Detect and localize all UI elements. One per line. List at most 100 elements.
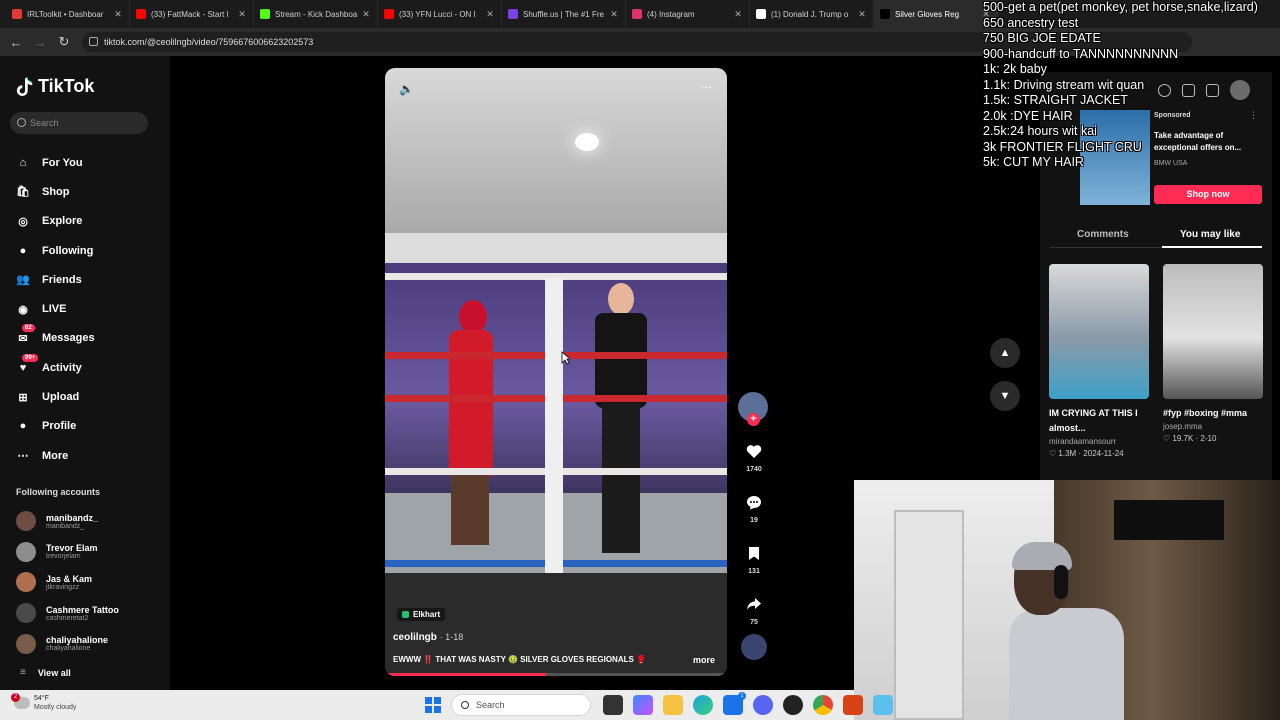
weather-widget[interactable]: 2 54°F Mostly cloudy bbox=[11, 693, 76, 712]
browser-tab[interactable]: (33) YFN Lucci - ON l ✕ bbox=[378, 0, 502, 28]
recommended-card[interactable]: #fyp #boxing #mma josep.mma ♡ 19.7K · 2-… bbox=[1163, 264, 1263, 443]
tiktok-logo[interactable]: TikTok bbox=[16, 76, 94, 97]
following-account[interactable]: Jas & Kam jtkravingzz bbox=[16, 567, 119, 598]
recommended-stat: ♡ 19.7K · 2-10 bbox=[1163, 434, 1217, 443]
chrome-icon[interactable] bbox=[813, 695, 833, 715]
sidebar-item-activity[interactable]: ♥ 99+ Activity bbox=[14, 353, 95, 382]
sidebar-item-more[interactable]: ⋯ More bbox=[14, 441, 95, 470]
mute-icon[interactable]: 🔈 bbox=[399, 82, 414, 96]
store-icon[interactable]: 1 bbox=[723, 692, 746, 715]
tab-you-may-like[interactable]: You may like bbox=[1180, 229, 1240, 240]
caption-more-button[interactable]: more bbox=[693, 655, 715, 665]
sidebar-item-for-you[interactable]: ⌂ For You bbox=[14, 148, 95, 177]
close-tab-icon[interactable]: ✕ bbox=[609, 9, 619, 20]
comment-icon bbox=[747, 495, 761, 509]
comment-button[interactable]: 19 bbox=[738, 489, 770, 524]
save-button[interactable]: 131 bbox=[738, 540, 770, 575]
share-button[interactable]: 75 bbox=[738, 591, 770, 626]
sidebar-item-following[interactable]: ● Following bbox=[14, 236, 95, 265]
video-author[interactable]: ceolilngb · 1-18 bbox=[393, 632, 463, 643]
browser-tab[interactable]: Silver Gloves Reg ✕ bbox=[874, 0, 998, 28]
recommended-card[interactable]: IM CRYING AT THIS I almost... mirandaama… bbox=[1049, 264, 1149, 458]
task-view-icon[interactable] bbox=[603, 695, 623, 715]
weather-badge: 2 bbox=[11, 693, 20, 702]
tiktok-logo-icon bbox=[16, 76, 33, 96]
tab-comments[interactable]: Comments bbox=[1077, 229, 1129, 240]
close-tab-icon[interactable]: ✕ bbox=[485, 9, 495, 20]
sidebar-item-friends[interactable]: 👥 Friends bbox=[14, 265, 95, 294]
share-icon bbox=[747, 598, 761, 610]
following-account[interactable]: manibandz_ manibandz_ bbox=[16, 506, 119, 537]
following-account[interactable]: Cashmere Tattoo cashmeretat2 bbox=[16, 598, 119, 629]
ad-shop-now-button[interactable]: Shop now bbox=[1154, 185, 1262, 204]
close-tab-icon[interactable]: ✕ bbox=[237, 9, 247, 20]
webcam-tv bbox=[1114, 500, 1224, 540]
sidebar: TikTok Search ⌂ For You 🛍 Shop ◎ Explore ● Foll… bbox=[0, 56, 170, 690]
windows-start-icon[interactable] bbox=[425, 697, 441, 713]
following-account[interactable]: Trevor Elam trevorjelam bbox=[16, 537, 119, 568]
sidebar-item-explore[interactable]: ◎ Explore bbox=[14, 207, 95, 236]
sidebar-item-messages[interactable]: ✉ 62 Messages bbox=[14, 324, 95, 353]
recommended-title: #fyp #boxing #mma bbox=[1163, 408, 1248, 418]
location-tag[interactable]: Elkhart bbox=[397, 608, 446, 621]
avatar bbox=[16, 511, 36, 532]
close-tab-icon[interactable]: ✕ bbox=[361, 9, 371, 20]
tab-title: (1) Donald J. Trump o bbox=[771, 9, 849, 19]
close-tab-icon[interactable]: ✕ bbox=[733, 9, 743, 20]
browser-tab[interactable]: IRLToolkit • Dashboar ✕ bbox=[6, 0, 130, 28]
avatar bbox=[16, 603, 36, 624]
obs-icon[interactable] bbox=[843, 695, 863, 715]
save-count: 131 bbox=[748, 568, 760, 575]
close-tab-icon[interactable]: ✕ bbox=[857, 9, 867, 20]
music-disc-icon[interactable] bbox=[741, 634, 767, 660]
search-input[interactable]: Search bbox=[10, 112, 148, 134]
heart-icon bbox=[746, 444, 762, 458]
video-progress-bar[interactable] bbox=[385, 673, 727, 676]
notification-badge: 62 bbox=[22, 324, 35, 333]
search-icon bbox=[17, 118, 26, 127]
view-all-label: View all bbox=[37, 667, 71, 678]
back-icon[interactable]: ← bbox=[4, 30, 28, 54]
video-actions: + 1740 19 131 75 bbox=[738, 392, 770, 660]
compass-icon: ◎ bbox=[18, 215, 28, 228]
forward-icon[interactable]: → bbox=[28, 30, 52, 54]
browser-tab[interactable]: Shuffle.us | The #1 Fre ✕ bbox=[502, 0, 626, 28]
video-player[interactable]: 🔈 ⋯ Elkhart ceolilngb · 1-18 EWWW ‼️ THA… bbox=[385, 68, 727, 676]
browser-tab[interactable]: (33) FattMack - Start l ✕ bbox=[130, 0, 254, 28]
edge-icon[interactable] bbox=[693, 695, 713, 715]
tab-favicon-icon bbox=[880, 9, 890, 19]
previous-video-button[interactable]: ▲ bbox=[990, 338, 1020, 368]
more-options-icon[interactable]: ⋯ bbox=[700, 80, 713, 94]
site-info-icon[interactable] bbox=[89, 37, 98, 46]
author-avatar[interactable]: + bbox=[738, 392, 768, 426]
sidebar-item-upload[interactable]: ⊞ Upload bbox=[14, 382, 95, 411]
like-button[interactable]: 1740 bbox=[738, 438, 770, 473]
close-tab-icon[interactable]: ✕ bbox=[113, 9, 123, 20]
file-explorer-icon[interactable] bbox=[663, 695, 683, 715]
sidebar-item-profile[interactable]: ● Profile bbox=[14, 412, 95, 441]
taskbar-search[interactable]: Search bbox=[451, 694, 591, 716]
stream-goal-line: 2.5k:24 hours wit kai bbox=[983, 124, 1097, 138]
browser-tab[interactable]: (4) Instagram ✕ bbox=[626, 0, 750, 28]
app-icon[interactable] bbox=[783, 695, 803, 715]
browser-tab[interactable]: (1) Donald J. Trump o ✕ bbox=[750, 0, 874, 28]
discord-icon[interactable] bbox=[753, 695, 773, 715]
next-video-button[interactable]: ▼ bbox=[990, 381, 1020, 411]
stream-goal-line: 500-get a pet(pet monkey, pet horse,snak… bbox=[983, 0, 1258, 14]
reload-icon[interactable]: ↻ bbox=[52, 30, 76, 54]
sidebar-item-shop[interactable]: 🛍 Shop bbox=[14, 177, 95, 206]
right-panel-tabs: Comments You may like bbox=[1050, 226, 1262, 248]
copilot-icon[interactable] bbox=[633, 695, 653, 715]
sidebar-item-live[interactable]: ◉ LIVE bbox=[14, 294, 95, 323]
browser-tab[interactable]: Stream - Kick Dashboa ✕ bbox=[254, 0, 378, 28]
view-all-link[interactable]: ≡ View all bbox=[20, 667, 71, 678]
video-author-name: ceolilngb bbox=[393, 632, 437, 643]
notification-badge: 99+ bbox=[22, 353, 39, 362]
follow-plus-icon[interactable]: + bbox=[747, 413, 760, 426]
recommended-user: mirandaamansourr bbox=[1049, 437, 1117, 446]
account-name: Trevor Elam bbox=[46, 543, 98, 554]
app-icon[interactable] bbox=[873, 695, 893, 715]
following-account[interactable]: chaliyahalione chaliyahalione bbox=[16, 628, 119, 659]
recommended-thumbnail bbox=[1163, 264, 1263, 399]
avatar bbox=[16, 541, 36, 562]
